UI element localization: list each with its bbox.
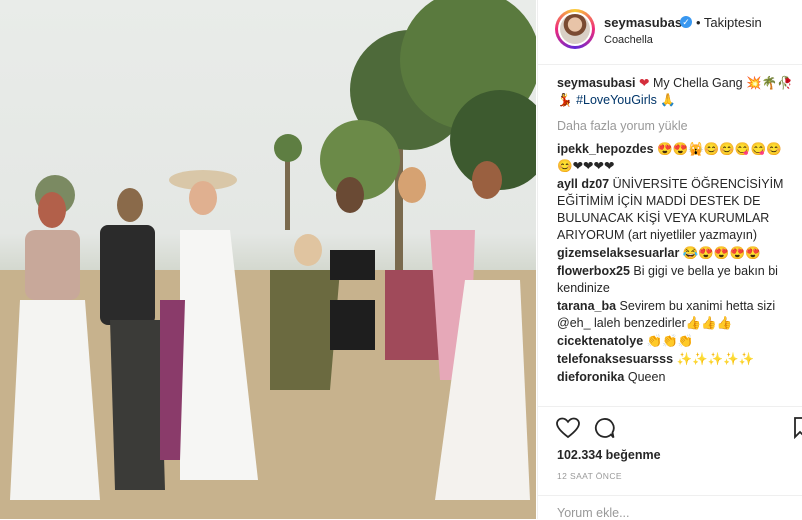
caption-username[interactable]: seymasubasi xyxy=(557,76,636,90)
bookmark-icon[interactable] xyxy=(794,417,802,439)
comment-text: 👏👏👏 xyxy=(646,334,694,348)
avatar[interactable] xyxy=(555,9,595,49)
comment-input[interactable]: Yorum ekle... xyxy=(557,506,630,520)
comment-username[interactable]: ipekk_hepozdes xyxy=(557,142,654,156)
comment: gizemselaksesuarlar 😂😍😍😍😍 xyxy=(557,245,797,262)
comment: cicektenatolye 👏👏👏 xyxy=(557,333,797,350)
comment: ipekk_hepozdes 😍😍🙀😊😊😋😋😊😊❤❤❤❤ xyxy=(557,141,797,175)
caption-text: My Chella Gang 💥🌴🥀 xyxy=(652,76,793,90)
follow-status[interactable]: • Takiptesin xyxy=(696,15,762,30)
post-panel: seymasubasi ✓ • Takiptesin Coachella sey… xyxy=(537,0,802,520)
caption: seymasubasi ❤ My Chella Gang 💥🌴🥀 💃 #Love… xyxy=(557,75,797,109)
comment-username[interactable]: telefonaksesuarsss xyxy=(557,352,673,366)
heart-emoji: ❤ xyxy=(639,76,650,90)
location-link[interactable]: Coachella xyxy=(604,34,653,46)
comment-username[interactable]: flowerbox25 xyxy=(557,264,630,278)
photo-scene xyxy=(0,0,536,519)
comment-username[interactable]: gizemselaksesuarlar xyxy=(557,246,679,260)
comments-list: seymasubasi ❤ My Chella Gang 💥🌴🥀 💃 #Love… xyxy=(557,75,797,387)
post-header: seymasubasi ✓ • Takiptesin Coachella xyxy=(538,0,802,65)
add-comment-bar[interactable]: Yorum ekle... xyxy=(538,495,802,520)
heart-icon[interactable] xyxy=(556,417,580,439)
username-link[interactable]: seymasubasi xyxy=(604,15,686,30)
caption-line2: 💃 xyxy=(557,93,573,107)
hashtag-link[interactable]: #LoveYouGirls xyxy=(576,93,657,107)
comment: tarana_ba Sevirem bu xanimi hetta sizi @… xyxy=(557,298,797,332)
comment: dieforonika Queen xyxy=(557,369,797,386)
comment-username[interactable]: cicektenatolye xyxy=(557,334,643,348)
comment-text: 😂😍😍😍😍 xyxy=(682,246,761,260)
comment-icon[interactable] xyxy=(593,417,615,439)
caption-end: 🙏 xyxy=(660,93,676,107)
verified-icon: ✓ xyxy=(680,16,692,28)
comment: telefonaksesuarsss ✨✨✨✨✨ xyxy=(557,351,797,368)
comment: ayll dz07 ÜNİVERSİTE ÖĞRENCİSİYİM EĞİTİM… xyxy=(557,176,797,244)
comment-text: Queen xyxy=(627,370,666,384)
post-timestamp: 12 SAAT ÖNCE xyxy=(557,471,622,481)
comment-username[interactable]: dieforonika xyxy=(557,370,624,384)
comment-username[interactable]: tarana_ba xyxy=(557,299,616,313)
comment: flowerbox25 Bi gigi ve bella ye bakın bi… xyxy=(557,263,797,297)
action-bar xyxy=(538,406,802,447)
likes-count[interactable]: 102.334 beğenme xyxy=(557,448,661,462)
post-photo[interactable] xyxy=(0,0,536,519)
load-more-comments[interactable]: Daha fazla yorum yükle xyxy=(557,118,797,135)
comment-text: ✨✨✨✨✨ xyxy=(676,352,755,366)
comment-username[interactable]: ayll dz07 xyxy=(557,177,609,191)
